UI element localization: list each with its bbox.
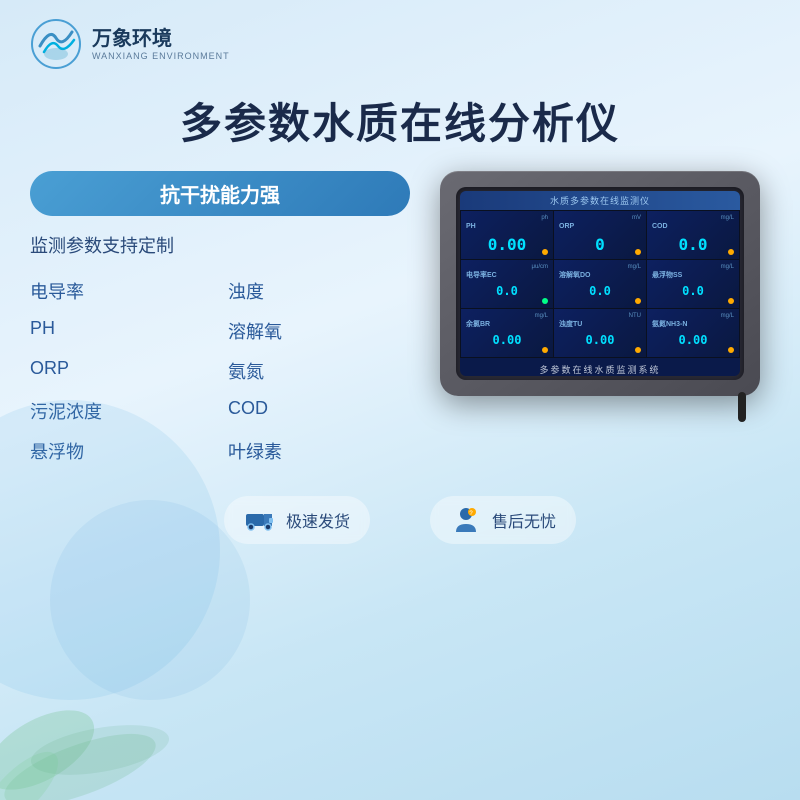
cell-unit-orp: mV	[632, 215, 641, 221]
device-screen-border: 水质多参数在线监测仪 PH ph 0.00 ORP mV	[456, 187, 744, 380]
brand-name-cn: 万象环境	[92, 27, 230, 51]
screen-cell-do: 溶解氧DO mg/L 0.0	[554, 260, 646, 308]
highlight-badge: 抗干扰能力强	[30, 171, 410, 216]
screen-cell-cod: COD mg/L 0.0	[647, 211, 739, 259]
cell-value-ss: 0.0	[652, 284, 734, 298]
cell-unit-ec: μu/cm	[532, 264, 548, 270]
cell-label-ss: 悬浮物SS	[652, 272, 682, 279]
brand-name-en: WANXIANG ENVIRONMENT	[92, 51, 230, 61]
cell-value-ph: 0.00	[466, 235, 548, 254]
feature-item-4: ORP	[30, 354, 212, 388]
cell-unit-ph: ph	[541, 215, 548, 221]
bottom-feature-service: ? 售后无忧	[430, 496, 576, 544]
cell-indicator-tu	[635, 347, 641, 353]
device-cable	[738, 392, 746, 422]
truck-icon	[244, 504, 276, 536]
screen-cell-ph: PH ph 0.00	[461, 211, 553, 259]
cell-value-nh3: 0.00	[652, 333, 734, 347]
cell-unit-cod: mg/L	[721, 215, 734, 221]
cell-label-tu: 浊度TU	[559, 321, 582, 328]
cell-indicator-do	[635, 298, 641, 304]
screen-cell-ss: 悬浮物SS mg/L 0.0	[647, 260, 739, 308]
logo-container: 万象环境 WANXIANG ENVIRONMENT	[30, 18, 230, 70]
screen-header: 水质多参数在线监测仪	[460, 191, 740, 210]
cell-unit-tu: NTU	[629, 313, 641, 319]
cell-value-cod: 0.0	[652, 235, 734, 254]
cell-indicator-ec	[542, 298, 548, 304]
delivery-text: 极速发货	[286, 508, 350, 532]
page-title: 多参数水质在线分析仪	[0, 90, 800, 151]
cell-indicator-orp	[635, 249, 641, 255]
cell-indicator-ph	[542, 249, 548, 255]
feature-item-6: 污泥浓度	[30, 394, 212, 428]
cell-value-ec: 0.0	[466, 284, 548, 298]
cell-indicator-nh3	[728, 347, 734, 353]
cell-label-nh3: 氨氮NH3-N	[652, 321, 687, 328]
logo-text: 万象环境 WANXIANG ENVIRONMENT	[92, 27, 230, 61]
screen-cell-nh3: 氨氮NH3-N mg/L 0.00	[647, 309, 739, 357]
content-area: 抗干扰能力强 监测参数支持定制 电导率 浊度 PH 溶解氧 ORP 氨氮 污泥浓…	[0, 171, 800, 468]
right-panel: 水质多参数在线监测仪 PH ph 0.00 ORP mV	[430, 171, 770, 396]
left-panel: 抗干扰能力强 监测参数支持定制 电导率 浊度 PH 溶解氧 ORP 氨氮 污泥浓…	[30, 171, 410, 468]
cell-label-ec: 电导率EC	[466, 272, 497, 279]
feature-item-8: 悬浮物	[30, 434, 212, 468]
bottom-feature-delivery: 极速发货	[224, 496, 370, 544]
screen-grid: PH ph 0.00 ORP mV 0	[460, 210, 740, 358]
cell-label-cod: COD	[652, 223, 668, 230]
cell-indicator-cod	[728, 249, 734, 255]
subtitle: 监测参数支持定制	[30, 232, 410, 258]
cell-label-br: 余氯BR	[466, 321, 490, 328]
cell-value-do: 0.0	[559, 284, 641, 298]
cell-value-br: 0.00	[466, 333, 548, 347]
cell-indicator-br	[542, 347, 548, 353]
service-text: 售后无忧	[492, 508, 556, 532]
header: 万象环境 WANXIANG ENVIRONMENT	[0, 0, 800, 80]
cell-indicator-ss	[728, 298, 734, 304]
cell-unit-br: mg/L	[535, 313, 548, 319]
feature-item-9: 叶绿素	[228, 434, 410, 468]
features-grid: 电导率 浊度 PH 溶解氧 ORP 氨氮 污泥浓度 COD 悬浮物 叶绿素	[30, 274, 410, 468]
decorative-leaf	[0, 550, 200, 800]
feature-item-1: 浊度	[228, 274, 410, 308]
feature-item-5: 氨氮	[228, 354, 410, 388]
cell-unit-ss: mg/L	[721, 264, 734, 270]
screen-cell-tu: 浊度TU NTU 0.00	[554, 309, 646, 357]
feature-item-3: 溶解氧	[228, 314, 410, 348]
screen-cell-orp: ORP mV 0	[554, 211, 646, 259]
feature-item-7: COD	[228, 394, 410, 428]
screen-cell-br: 余氯BR mg/L 0.00	[461, 309, 553, 357]
cell-label-do: 溶解氧DO	[559, 272, 591, 279]
device-outer: 水质多参数在线监测仪 PH ph 0.00 ORP mV	[440, 171, 760, 396]
cell-label-ph: PH	[466, 223, 476, 230]
device-screen: 水质多参数在线监测仪 PH ph 0.00 ORP mV	[460, 191, 740, 376]
feature-item-0: 电导率	[30, 274, 212, 308]
cell-unit-nh3: mg/L	[721, 313, 734, 319]
cell-unit-do: mg/L	[628, 264, 641, 270]
device-label: 多参数在线水质监测系统	[460, 363, 740, 376]
feature-item-2: PH	[30, 314, 212, 348]
cell-value-orp: 0	[559, 235, 641, 254]
service-icon: ?	[450, 504, 482, 536]
screen-cell-ec: 电导率EC μu/cm 0.0	[461, 260, 553, 308]
bottom-bar: 极速发货 ? 售后无忧	[0, 496, 800, 544]
cell-value-tu: 0.00	[559, 333, 641, 347]
cell-label-orp: ORP	[559, 223, 574, 230]
logo-icon	[30, 18, 82, 70]
